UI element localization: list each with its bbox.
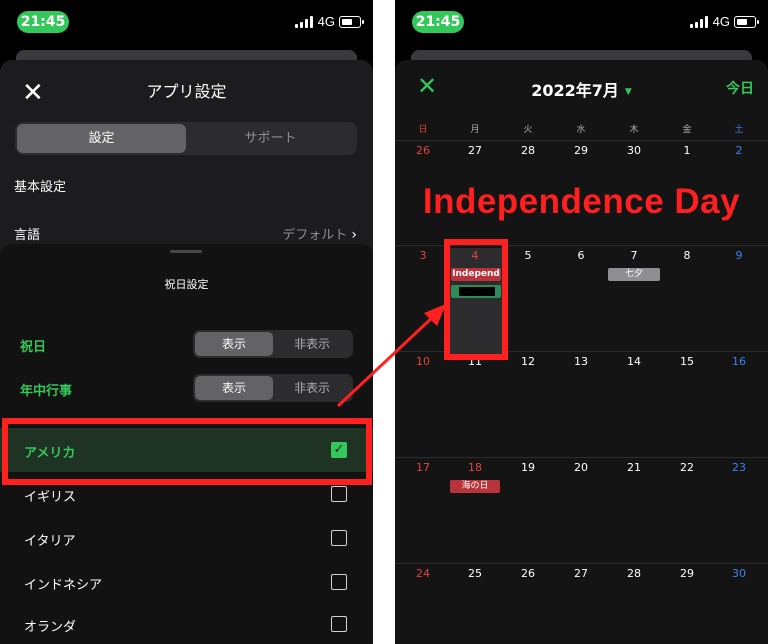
weekday-thu: 木 xyxy=(629,125,639,135)
day-cell[interactable]: 2 xyxy=(713,144,765,157)
annual-events-label: 年中行事 xyxy=(20,384,73,399)
checkbox-icon[interactable] xyxy=(331,486,347,502)
day-cell[interactable]: 26 xyxy=(397,144,449,157)
battery-icon xyxy=(734,16,759,28)
week-divider xyxy=(395,457,768,458)
signal-icon xyxy=(690,16,708,28)
language-row[interactable]: 言語 デフォルト › xyxy=(14,224,357,243)
weekday-wed: 水 xyxy=(576,125,586,135)
month-picker[interactable]: 2022年7月 ▼ xyxy=(395,77,768,101)
day-cell[interactable]: 30 xyxy=(608,144,660,157)
day-cell[interactable]: 1 xyxy=(661,144,713,157)
week-divider xyxy=(395,563,768,564)
day-cell[interactable]: 27 xyxy=(449,144,501,157)
status-time: 21:45 xyxy=(412,11,464,33)
day-cell[interactable]: 28 xyxy=(502,144,554,157)
weekday-fri: 金 xyxy=(682,125,692,135)
day-cell[interactable]: 29 xyxy=(555,144,607,157)
country-name: オランダ xyxy=(24,620,77,635)
weekday-sun: 日 xyxy=(418,125,428,135)
holiday-label: 祝日 xyxy=(20,340,47,355)
network-label: 4G xyxy=(712,14,730,29)
holiday-toggle: 表示 非表示 xyxy=(193,330,353,358)
highlight-box-usa xyxy=(2,418,372,485)
annotation-independence-day: Independence Day xyxy=(422,182,741,221)
week-divider xyxy=(395,140,768,141)
signal-icon xyxy=(295,16,313,28)
country-row-indonesia[interactable]: インドネシア xyxy=(0,560,373,604)
highlight-box-july-4 xyxy=(444,239,508,360)
status-bar: 21:45 4G xyxy=(0,0,373,44)
checkbox-icon[interactable] xyxy=(331,530,347,546)
country-name: イギリス xyxy=(24,490,77,505)
chevron-right-icon: › xyxy=(351,227,357,243)
language-label: 言語 xyxy=(14,228,41,243)
sheet-grabber[interactable] xyxy=(170,250,202,253)
weekday-header: 日 月 火 水 木 金 土 xyxy=(395,122,768,136)
annual-events-hide-option[interactable]: 非表示 xyxy=(273,376,351,400)
tab-support[interactable]: サポート xyxy=(186,124,355,153)
holiday-sheet-title: 祝日設定 xyxy=(164,278,209,291)
country-row-italy[interactable]: イタリア xyxy=(0,516,373,560)
language-value: デフォルト › xyxy=(282,227,357,243)
caret-down-icon: ▼ xyxy=(624,86,632,97)
today-button[interactable]: 今日 xyxy=(726,78,754,98)
country-name: インドネシア xyxy=(24,578,103,593)
battery-icon xyxy=(339,16,364,28)
status-bar: 21:45 4G xyxy=(395,0,768,44)
status-time: 21:45 xyxy=(17,11,69,33)
settings-tabs: 設定 サポート xyxy=(15,122,357,155)
tab-settings[interactable]: 設定 xyxy=(17,124,186,153)
annual-events-toggle: 表示 非表示 xyxy=(193,374,353,402)
weekday-tue: 火 xyxy=(523,125,533,135)
country-row-netherlands[interactable]: オランダ xyxy=(0,602,373,644)
holiday-hide-option[interactable]: 非表示 xyxy=(273,332,351,356)
settings-screen: 21:45 4G ✕ アプリ設定 設定 サポート 基本設定 言語 デフォルト ›… xyxy=(0,0,373,644)
weekday-sat: 土 xyxy=(734,125,744,135)
weekday-mon: 月 xyxy=(470,125,480,135)
checkbox-icon[interactable] xyxy=(331,616,347,632)
country-name: イタリア xyxy=(24,534,76,549)
checkbox-icon[interactable] xyxy=(331,574,347,590)
sheet-title: アプリ設定 xyxy=(146,82,227,101)
annual-events-show-option[interactable]: 表示 xyxy=(195,376,273,400)
section-basic-header: 基本設定 xyxy=(14,180,67,195)
holiday-show-option[interactable]: 表示 xyxy=(195,332,273,356)
network-label: 4G xyxy=(317,14,335,29)
